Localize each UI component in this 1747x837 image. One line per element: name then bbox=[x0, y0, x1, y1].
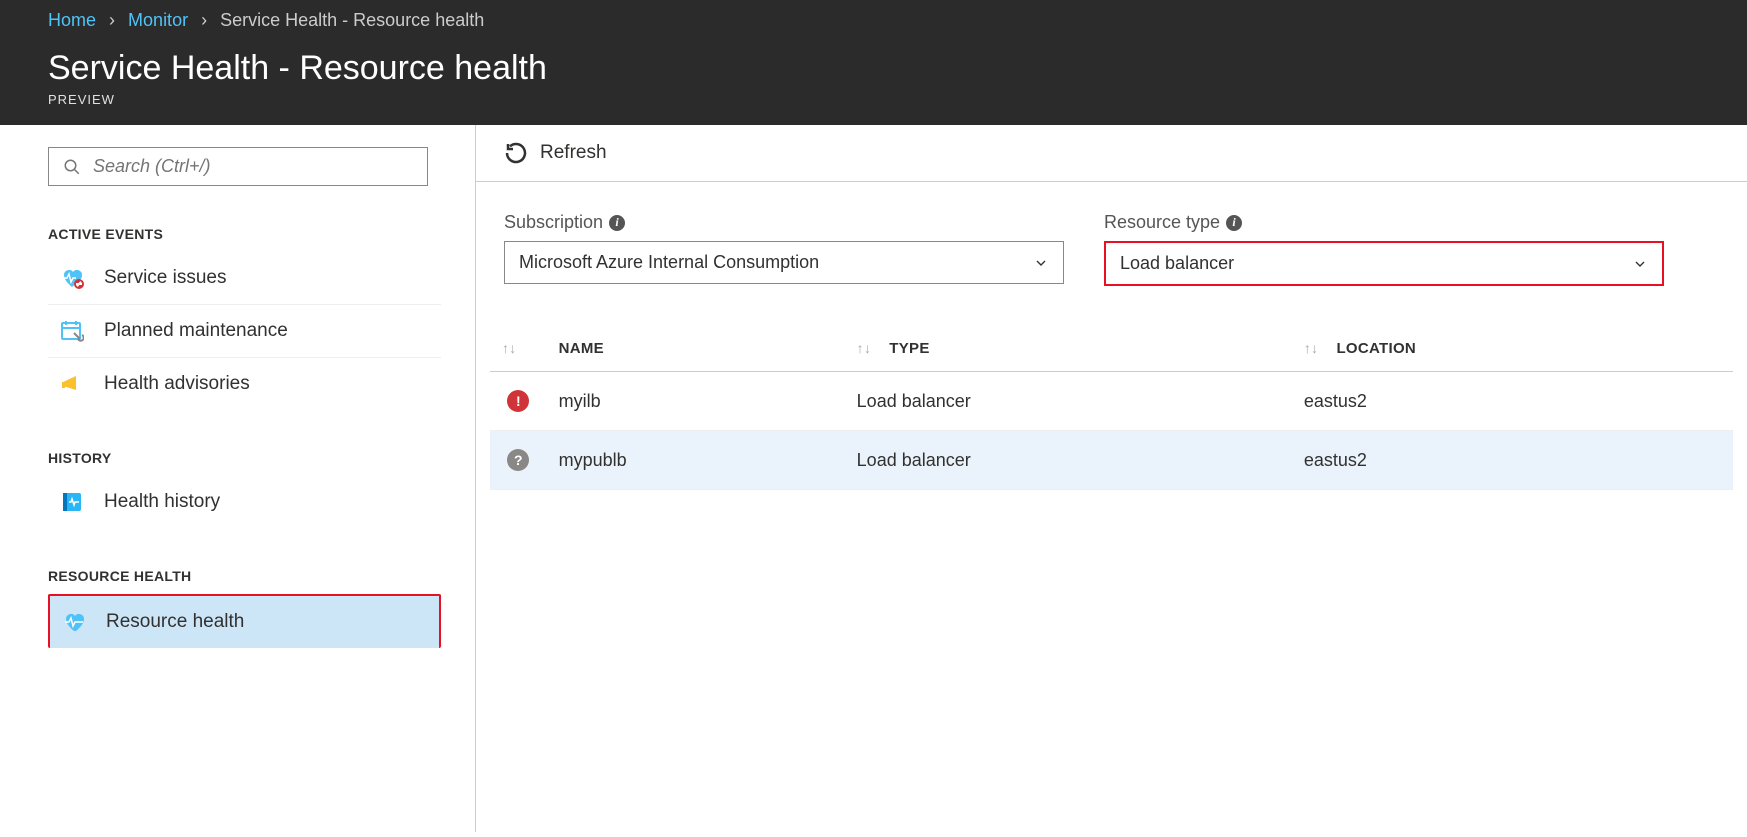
cell-location: eastus2 bbox=[1292, 372, 1733, 431]
top-header: Home › Monitor › Service Health - Resour… bbox=[0, 0, 1747, 125]
col-type[interactable]: ↑↓ TYPE bbox=[845, 326, 1292, 372]
calendar-wrench-icon bbox=[56, 319, 88, 343]
sidebar: ACTIVE EVENTS Service issues Planned mai… bbox=[0, 125, 476, 832]
subscription-dropdown[interactable]: Microsoft Azure Internal Consumption bbox=[504, 241, 1064, 284]
info-icon[interactable]: i bbox=[1226, 215, 1242, 231]
info-icon[interactable]: i bbox=[609, 215, 625, 231]
breadcrumb-monitor[interactable]: Monitor bbox=[128, 10, 188, 30]
search-icon bbox=[63, 158, 81, 176]
table-row[interactable]: ? mypublb Load balancer eastus2 bbox=[490, 431, 1733, 490]
chevron-down-icon bbox=[1632, 256, 1648, 272]
heartbeat-icon bbox=[58, 610, 90, 634]
refresh-icon bbox=[504, 141, 530, 165]
sidebar-item-service-issues[interactable]: Service issues bbox=[48, 252, 441, 305]
col-location-label: LOCATION bbox=[1336, 340, 1416, 357]
resource-type-dropdown[interactable]: Load balancer bbox=[1104, 241, 1664, 286]
cell-type: Load balancer bbox=[845, 431, 1292, 490]
sidebar-item-label: Planned maintenance bbox=[104, 320, 288, 342]
resource-type-label: Resource type i bbox=[1104, 212, 1664, 233]
sidebar-item-resource-health[interactable]: Resource health bbox=[48, 594, 441, 648]
resource-type-value: Load balancer bbox=[1120, 253, 1234, 274]
search-box[interactable] bbox=[48, 147, 428, 186]
sort-icon: ↑↓ bbox=[1304, 340, 1319, 356]
chevron-down-icon bbox=[1033, 255, 1049, 271]
section-history: HISTORY bbox=[48, 450, 441, 466]
search-input[interactable] bbox=[93, 156, 413, 177]
subscription-filter: Subscription i Microsoft Azure Internal … bbox=[504, 212, 1064, 286]
sort-icon: ↑↓ bbox=[857, 340, 872, 356]
subscription-value: Microsoft Azure Internal Consumption bbox=[519, 252, 819, 273]
sidebar-item-label: Service issues bbox=[104, 267, 227, 289]
breadcrumb-separator: › bbox=[109, 10, 115, 30]
sidebar-item-health-advisories[interactable]: Health advisories bbox=[48, 358, 441, 410]
col-name[interactable]: NAME bbox=[547, 326, 845, 372]
col-status[interactable]: ↑↓ bbox=[490, 326, 547, 372]
status-unknown-icon: ? bbox=[507, 449, 529, 471]
filter-bar: Subscription i Microsoft Azure Internal … bbox=[476, 182, 1747, 296]
page-title: Service Health - Resource health bbox=[0, 37, 1747, 88]
resource-table: ↑↓ NAME ↑↓ TYPE ↑↓ LOCATION ! myilb Load b… bbox=[490, 326, 1733, 490]
sidebar-item-health-history[interactable]: Health history bbox=[48, 476, 441, 528]
main-content: Refresh Subscription i Microsoft Azure I… bbox=[476, 125, 1747, 832]
megaphone-icon bbox=[56, 372, 88, 396]
section-active-events: ACTIVE EVENTS bbox=[48, 226, 441, 242]
col-type-label: TYPE bbox=[889, 340, 929, 357]
status-error-icon: ! bbox=[507, 390, 529, 412]
resource-type-filter: Resource type i Load balancer bbox=[1104, 212, 1664, 286]
heartbeat-error-icon bbox=[56, 266, 88, 290]
table-row[interactable]: ! myilb Load balancer eastus2 bbox=[490, 372, 1733, 431]
breadcrumb: Home › Monitor › Service Health - Resour… bbox=[0, 0, 1747, 37]
refresh-label: Refresh bbox=[540, 142, 607, 164]
book-heartbeat-icon bbox=[56, 490, 88, 514]
section-resource-health: RESOURCE HEALTH bbox=[48, 568, 441, 584]
cell-location: eastus2 bbox=[1292, 431, 1733, 490]
sort-icon: ↑↓ bbox=[502, 340, 517, 356]
col-location[interactable]: ↑↓ LOCATION bbox=[1292, 326, 1733, 372]
cell-name: myilb bbox=[547, 372, 845, 431]
subscription-label: Subscription i bbox=[504, 212, 1064, 233]
toolbar: Refresh bbox=[476, 125, 1747, 182]
sidebar-item-label: Resource health bbox=[106, 611, 244, 633]
resource-type-label-text: Resource type bbox=[1104, 212, 1220, 233]
sidebar-item-planned-maintenance[interactable]: Planned maintenance bbox=[48, 305, 441, 358]
page-subtitle: PREVIEW bbox=[0, 88, 1747, 107]
resource-table-wrap: ↑↓ NAME ↑↓ TYPE ↑↓ LOCATION ! myilb Load b… bbox=[476, 296, 1747, 490]
cell-type: Load balancer bbox=[845, 372, 1292, 431]
sidebar-item-label: Health advisories bbox=[104, 373, 250, 395]
breadcrumb-current: Service Health - Resource health bbox=[220, 10, 484, 30]
breadcrumb-home[interactable]: Home bbox=[48, 10, 96, 30]
col-name-label: NAME bbox=[559, 340, 604, 357]
subscription-label-text: Subscription bbox=[504, 212, 603, 233]
sidebar-item-label: Health history bbox=[104, 491, 220, 513]
breadcrumb-separator: › bbox=[201, 10, 207, 30]
refresh-button[interactable]: Refresh bbox=[504, 141, 607, 165]
cell-name: mypublb bbox=[547, 431, 845, 490]
